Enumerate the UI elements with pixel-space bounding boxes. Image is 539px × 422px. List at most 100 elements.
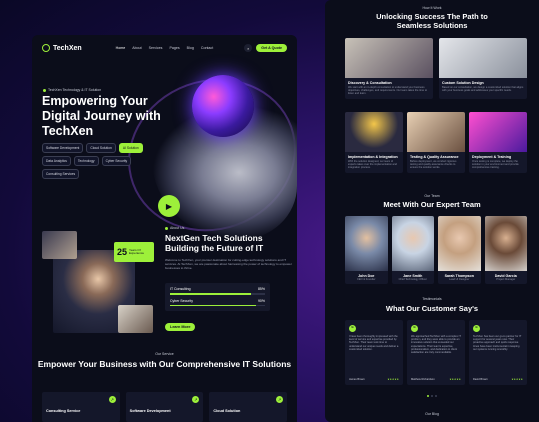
home-page-preview: TechXen Home About Services Pages Blog C… — [32, 35, 297, 422]
nav-about[interactable]: About — [132, 46, 141, 50]
skill-fill — [170, 304, 256, 306]
member-role: Project Manager — [496, 278, 516, 281]
process-card: Custom Solution Design Based on our cons… — [439, 38, 527, 99]
team-title: Meet With Our Expert Team — [383, 200, 481, 209]
member-role: Lead UI Designer — [449, 278, 470, 281]
nav-home[interactable]: Home — [116, 46, 126, 50]
member-role: Chief Technology Officer — [398, 278, 427, 281]
arrow-icon[interactable]: ↗ — [276, 396, 284, 403]
about-photo-small-bottom — [118, 305, 153, 333]
carousel-dot[interactable] — [435, 395, 437, 397]
testimonial-author: Matthew Richardson — [411, 378, 435, 381]
get-quote-button[interactable]: Get A Quote — [256, 44, 287, 52]
years-label: Years Of Experience — [129, 247, 145, 255]
member-photo — [438, 216, 481, 271]
tag-technology[interactable]: Technology — [73, 156, 99, 166]
testimonial-text: I have been thoroughly impressed with th… — [349, 335, 399, 351]
about-photo-small-top — [42, 231, 77, 259]
search-icon[interactable]: ⌕ — [244, 44, 253, 52]
quote-icon: “ — [349, 325, 356, 332]
years-number: 25 — [117, 247, 128, 257]
team-member[interactable]: John Doe CEO & Founder — [345, 216, 388, 284]
process-image — [469, 112, 527, 152]
skill-name: Cyber Security — [170, 298, 193, 303]
arrow-icon[interactable]: ↗ — [108, 396, 116, 403]
testimonials-title: What Our Customer Say's — [385, 304, 479, 313]
hero-kicker-text: TechXen Technology & IT Solution — [48, 88, 102, 92]
service-card[interactable]: ↗ Software Development — [125, 392, 204, 422]
nav-blog[interactable]: Blog — [187, 46, 194, 50]
testimonial-text: TechXen has been our go-to partner for I… — [473, 335, 522, 351]
skill-percent: 85% — [257, 287, 265, 291]
service-card[interactable]: ↗ Cloud Solution — [209, 392, 288, 422]
kicker-dot-icon — [43, 88, 46, 92]
skill-row: Cyber Security 90% — [170, 298, 265, 306]
skills-box: IT Consulting 85% Cyber Security 90% — [165, 283, 270, 311]
navbar: TechXen Home About Services Pages Blog C… — [42, 41, 287, 55]
testimonial-card: “ We approached TechXen with a complex I… — [407, 320, 465, 385]
member-name: Sarah Thompson — [444, 274, 474, 278]
process-title: Unlocking Success The Path to Seamless S… — [376, 12, 488, 30]
testimonial-author: James Brown — [349, 378, 365, 381]
team-member[interactable]: Sarah Thompson Lead UI Designer — [438, 216, 481, 284]
testimonial-card: “ TechXen has been our go-to partner for… — [469, 320, 527, 385]
tag-cyber-security[interactable]: Cyber Security — [101, 156, 132, 166]
nav-pages[interactable]: Pages — [169, 46, 179, 50]
process-desc: Based on our consultation, we design a c… — [442, 86, 524, 93]
skill-bar — [170, 304, 265, 306]
tag-data-analytics[interactable]: Data Analytics — [42, 156, 71, 166]
member-name: Jane Smith — [403, 274, 423, 278]
carousel-dot[interactable] — [427, 395, 429, 397]
arrow-icon[interactable]: ↗ — [192, 396, 200, 403]
process-desc: Before deployment, we conduct rigorous t… — [410, 160, 457, 170]
logo-text: TechXen — [53, 44, 82, 52]
logo[interactable]: TechXen — [42, 44, 82, 52]
nav-contact[interactable]: Contact — [201, 46, 213, 50]
learn-more-button[interactable]: Learn More — [165, 323, 196, 331]
tag-consulting-services[interactable]: Consulting Services — [42, 169, 80, 179]
play-video-button[interactable]: ▶ — [158, 195, 180, 217]
about-text: Welcome to TechXen, your premier destina… — [165, 258, 292, 270]
process-name: Implementation & Integration — [348, 155, 398, 159]
team-member[interactable]: David Garcia Project Manager — [484, 216, 527, 284]
process-card: Implementation & Integration With the so… — [345, 112, 403, 173]
member-role: CEO & Founder — [357, 278, 376, 281]
testimonial-author: David Brown — [473, 378, 488, 381]
stars-icon: ★★★★★ — [387, 378, 399, 381]
member-photo — [484, 216, 527, 271]
team-kicker: Our Team — [424, 194, 440, 198]
process-kicker: How It Work — [422, 6, 442, 10]
process-name: Custom Solution Design — [442, 81, 484, 85]
testimonial-text: We approached TechXen with a complex IT … — [411, 335, 461, 355]
hero-title: Empowering Your Digital Journey with Tec… — [42, 94, 161, 138]
tag-cloud-solution[interactable]: Cloud Solution — [86, 143, 116, 153]
logo-icon — [42, 44, 50, 52]
quote-icon: “ — [411, 325, 418, 332]
blog-kicker: Our Blog — [425, 412, 439, 416]
tag-software-development[interactable]: Software Development — [42, 143, 84, 153]
service-card[interactable]: ↗ Consulting Service — [42, 392, 120, 422]
process-name: Deployment & Training — [472, 155, 512, 159]
process-desc: With the solution designed, our team of … — [348, 160, 397, 170]
process-bottom-cards: Implementation & Integration With the so… — [345, 112, 527, 173]
experience-badge: 25 Years Of Experience — [114, 242, 154, 262]
member-photo — [345, 216, 388, 271]
stars-icon: ★★★★★ — [449, 378, 461, 381]
testimonial-cards: “ I have been thoroughly impressed with … — [345, 320, 527, 385]
process-image — [345, 112, 403, 152]
process-name: Discovery & Consultation — [348, 81, 392, 85]
tag-ai-solution[interactable]: AI Solution — [118, 143, 143, 153]
process-card: Discovery & Consultation We start with a… — [345, 38, 433, 99]
stars-icon: ★★★★★ — [511, 378, 523, 381]
process-card: Deployment & Training Once testing is co… — [469, 112, 527, 173]
process-card: Testing & Quality Assurance Before deplo… — [407, 112, 465, 173]
team-member[interactable]: Jane Smith Chief Technology Officer — [391, 216, 434, 284]
about-title: NextGen Tech Solutions Building the Futu… — [165, 233, 264, 253]
nav-services[interactable]: Services — [149, 46, 163, 50]
carousel-dot[interactable] — [431, 395, 433, 397]
team-members: John Doe CEO & Founder Jane Smith Chief … — [345, 216, 527, 284]
process-desc: We start with an in-depth consultation t… — [348, 86, 428, 96]
process-desc: Once testing is complete, we deploy the … — [472, 160, 519, 170]
hero-tags: Software Development Cloud Solution AI S… — [42, 143, 152, 179]
member-name: John Doe — [358, 274, 375, 278]
